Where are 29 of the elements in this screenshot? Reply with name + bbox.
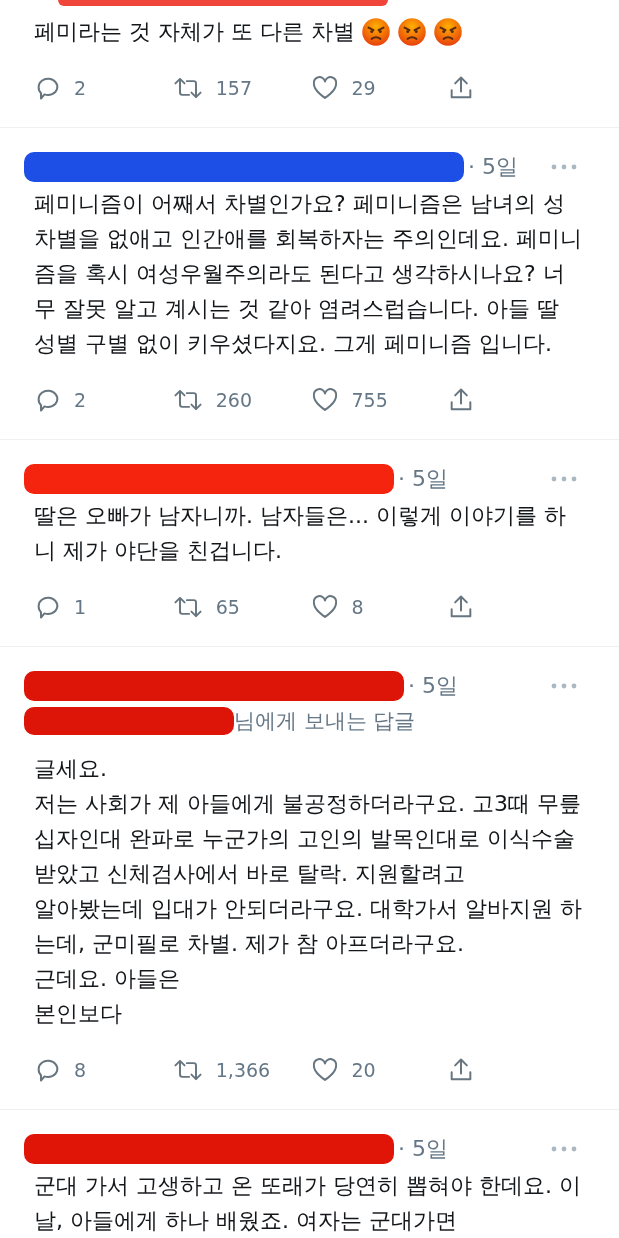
reply-count: 2	[74, 77, 87, 99]
retweet-count: 65	[215, 596, 240, 618]
tweet-time: · 5일	[408, 672, 458, 700]
tweet-text: 알아봤는데 입대가 안되더라구요. 대학가서 알바지원 하는데, 군미필로 차별. 제가 참 아프더라구요.	[34, 895, 583, 958]
angry-face-icon	[396, 16, 427, 47]
tweet-text: 근데요. 아들은	[34, 965, 181, 993]
retweet-count: 260	[215, 389, 252, 411]
reply-to-label: 님에게 보내는 답글	[234, 708, 416, 735]
tweet-text: 저는 사회가 제 아들에게 불공정하더라구요. 고3때 무릎십자인대 완파로 누군가의 고인의 발목인대로 이식수술 받았고 신체검사에서 바로 탈락. 지원할려고	[34, 790, 582, 888]
angry-face-icon	[432, 16, 463, 47]
like-count: 29	[351, 77, 376, 99]
like-count: 20	[351, 1059, 376, 1081]
tweet-text: 페미니즘이 어째서 차별인가요? 페미니즘은 남녀의 성차별을 없애고 인간애를 회복하자는 주의인데요. 페미니즘을 혹시 여성우월주의라도 된다고 생각하시나요? 너무 잘못 알고 계시는 것 같아 염려스럽습니다. 아들 딸 성별 구별 없이 키우셨다지요. 그게 페미니즘 입니다.	[34, 190, 583, 358]
tweet-text: 글세요.	[34, 755, 108, 783]
tweet-time: · 5일	[468, 153, 518, 181]
tweet-text: 페미라는 것 자체가 또 다른 차별	[34, 18, 355, 46]
like-count: 755	[351, 389, 388, 411]
tweet-text: 딸은 오빠가 남자니까. 남자들은... 이렇게 이야기를 하니 제가 야단을 친겁니다.	[34, 502, 567, 565]
angry-face-icon	[360, 16, 391, 47]
tweet-text: 본인보다	[34, 1000, 123, 1028]
like-count: 8	[351, 596, 364, 618]
tweet-time: · 5일	[398, 1135, 448, 1163]
tweet-text: 군대 가서 고생하고 온 또래가 당연히 뽑혀야 한데요. 이날, 아들에게 하나 배웠죠. 여자는 군대가면	[34, 1172, 582, 1235]
reply-count: 1	[74, 596, 87, 618]
tweet-time: · 5일	[398, 465, 448, 493]
retweet-count: 1,366	[215, 1059, 271, 1081]
retweet-count: 157	[215, 77, 252, 99]
reply-count: 2	[74, 389, 87, 411]
reply-count: 8	[74, 1059, 87, 1081]
